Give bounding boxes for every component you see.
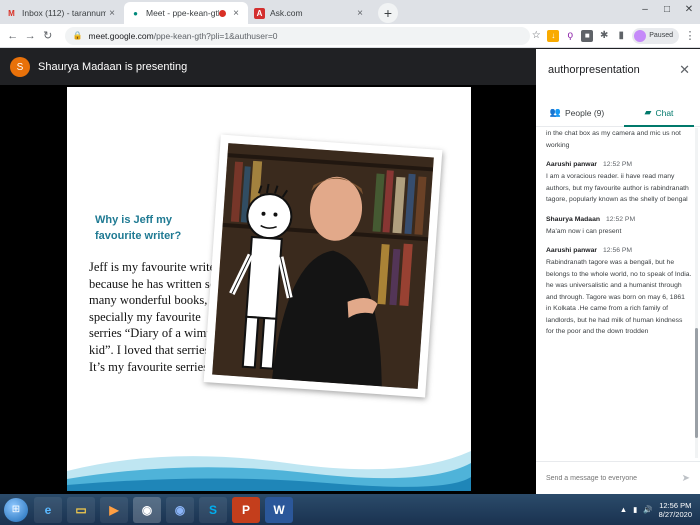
extensions-area: ☆ ↓ ϙ ■ ✱ ▮ Paused ⋮ (530, 27, 696, 44)
powerpoint-icon[interactable]: P (232, 496, 260, 523)
chat-messages[interactable]: in the chat box as my camera and mic us … (536, 128, 700, 458)
slide-wave-decoration (67, 451, 471, 491)
author-photo-image (212, 143, 434, 389)
extensions-puzzle-icon[interactable]: ✱ (598, 30, 610, 42)
url-text: meet.google.com/ppe-kean-gth?pli=1&authu… (88, 30, 278, 41)
chat-message-input[interactable] (546, 474, 682, 482)
forward-icon[interactable]: → (22, 30, 40, 42)
browser-toolbar: ← → ↻ 🔒 meet.google.com/ppe-kean-gth?pli… (0, 24, 700, 48)
volume-icon[interactable]: 🔊 (643, 505, 652, 514)
chat-message: Aarushi panwar 12:52 PM I am a voracious … (546, 161, 692, 206)
chrome-profile-icon[interactable]: ◉ (166, 496, 194, 523)
tab-people-label: People (9) (565, 107, 605, 118)
slide-heading: Why is Jeff my favourite writer? (95, 214, 182, 242)
tab-title: Meet - ppe-kean-gth (146, 8, 219, 18)
message-sender: Aarushi panwar (546, 247, 597, 254)
message-time: 12:52 PM (606, 215, 636, 223)
internet-explorer-icon[interactable]: e (34, 496, 62, 523)
tab-chat-label: Chat (655, 107, 674, 118)
message-header: Aarushi panwar 12:52 PM (546, 161, 692, 168)
address-bar[interactable]: 🔒 meet.google.com/ppe-kean-gth?pli=1&aut… (64, 26, 531, 45)
profile-button[interactable]: Paused (632, 27, 679, 44)
tab-chat[interactable]: ▰ Chat (618, 99, 700, 127)
meeting-side-panel: authorpresentation ✕ 👥 People (9) ▰ Chat… (536, 49, 700, 494)
close-tab-icon[interactable]: × (106, 8, 118, 19)
chat-icon: ▰ (644, 107, 652, 117)
tab-inbox[interactable]: M Inbox (112) - tarannum@theindi × (0, 2, 124, 24)
meet-icon: ● (133, 8, 138, 18)
chat-scrollbar[interactable] (695, 128, 698, 458)
message-header: Shaurya Madaan 12:52 PM (546, 216, 692, 223)
tab-title: Inbox (112) - tarannum@theindi (22, 8, 106, 18)
message-text: I am a voracious reader. ii have read ma… (546, 173, 689, 203)
presenter-label: Shaurya Madaan is presenting (38, 61, 188, 73)
slide-body: Jeff is my favourite writer because he h… (89, 260, 220, 374)
windows-taskbar: ⊞ e ▭ ▶ ◉ ◉ S P W ▲ ▮ 🔊 12:56 PM 8/27/20… (0, 494, 700, 525)
taskbar-clock[interactable]: 12:56 PM 8/27/2020 (659, 501, 692, 519)
chat-compose: ➤ (536, 461, 700, 494)
chat-message: Aarushi panwar 12:56 PM Rabindranath tago… (546, 247, 692, 338)
chat-message: Shaurya Madaan 12:52 PM Ma'am now i can p… (546, 216, 692, 238)
extension-shield-icon[interactable]: ■ (581, 29, 594, 42)
close-tab-icon[interactable]: × (354, 8, 366, 19)
network-icon[interactable]: ▮ (633, 505, 637, 514)
presenter-bar: S Shaurya Madaan is presenting (0, 49, 536, 85)
close-tab-icon[interactable]: × (230, 8, 242, 19)
lock-icon: 🔒 (72, 31, 83, 40)
message-time: 12:56 PM (603, 247, 633, 254)
media-player-icon[interactable]: ▶ (100, 496, 128, 523)
presenter-avatar: S (10, 57, 30, 77)
tab-title: Ask.com (270, 8, 303, 18)
file-explorer-icon[interactable]: ▭ (67, 496, 95, 523)
extension-search-icon[interactable]: ϙ (564, 30, 576, 42)
reload-icon[interactable]: ↻ (39, 29, 57, 42)
send-icon[interactable]: ➤ (682, 473, 690, 484)
window-controls: – □ ✕ (634, 0, 700, 20)
tab-people[interactable]: 👥 People (9) (536, 99, 618, 126)
message-sender: Aarushi panwar (546, 161, 597, 168)
clock-time: 12:56 PM (659, 500, 692, 510)
message-time: 12:52 PM (603, 161, 633, 168)
minimize-icon[interactable]: – (634, 0, 656, 20)
profile-status: Paused (649, 32, 673, 39)
star-icon[interactable]: ☆ (530, 30, 542, 42)
message-sender: Shaurya Madaan (546, 215, 601, 223)
window-close-icon[interactable]: ✕ (678, 0, 700, 20)
maximize-icon[interactable]: □ (656, 0, 678, 20)
extension-bookmark-icon[interactable]: ▮ (615, 30, 627, 42)
chrome-icon[interactable]: ◉ (133, 496, 161, 523)
chat-message: in the chat box as my camera and mic us … (546, 128, 692, 151)
message-header: Aarushi panwar 12:56 PM (546, 247, 692, 254)
message-text: in the chat box as my camera and mic us … (546, 130, 681, 149)
message-text: Ma'am now i can present (546, 227, 622, 235)
ask-icon: A (254, 7, 265, 19)
people-icon: 👥 (549, 107, 561, 117)
system-tray: ▲ ▮ 🔊 12:56 PM 8/27/2020 (620, 501, 700, 519)
skype-icon[interactable]: S (199, 496, 227, 523)
presentation-slide: Why is Jeff my favourite writer? Jeff is… (67, 87, 471, 491)
browser-menu-icon[interactable]: ⋮ (684, 30, 696, 42)
word-icon[interactable]: W (265, 496, 293, 523)
author-photo-illustration (212, 143, 434, 389)
message-text: Rabindranath tagore was a bengali, but h… (546, 259, 692, 335)
panel-title: authorpresentation (548, 64, 640, 76)
recording-indicator-icon (219, 9, 226, 17)
scrollbar-thumb[interactable] (695, 328, 698, 438)
slide-photo (203, 134, 443, 398)
extension-download-icon[interactable]: ↓ (547, 29, 560, 42)
tray-arrow-icon[interactable]: ▲ (620, 505, 627, 514)
close-panel-icon[interactable]: ✕ (679, 62, 690, 78)
start-button[interactable]: ⊞ (4, 497, 28, 522)
clock-date: 8/27/2020 (658, 509, 692, 519)
back-icon[interactable]: ← (4, 30, 22, 42)
browser-tab-strip: M Inbox (112) - tarannum@theindi × ● Mee… (0, 0, 700, 24)
gmail-icon: M (8, 8, 15, 18)
new-tab-button[interactable]: + (378, 3, 398, 23)
tab-meet[interactable]: ● Meet - ppe-kean-gth × (124, 2, 248, 24)
avatar (634, 29, 647, 42)
panel-tabs: 👥 People (9) ▰ Chat (536, 99, 700, 127)
tab-ask[interactable]: A Ask.com × (248, 2, 372, 24)
